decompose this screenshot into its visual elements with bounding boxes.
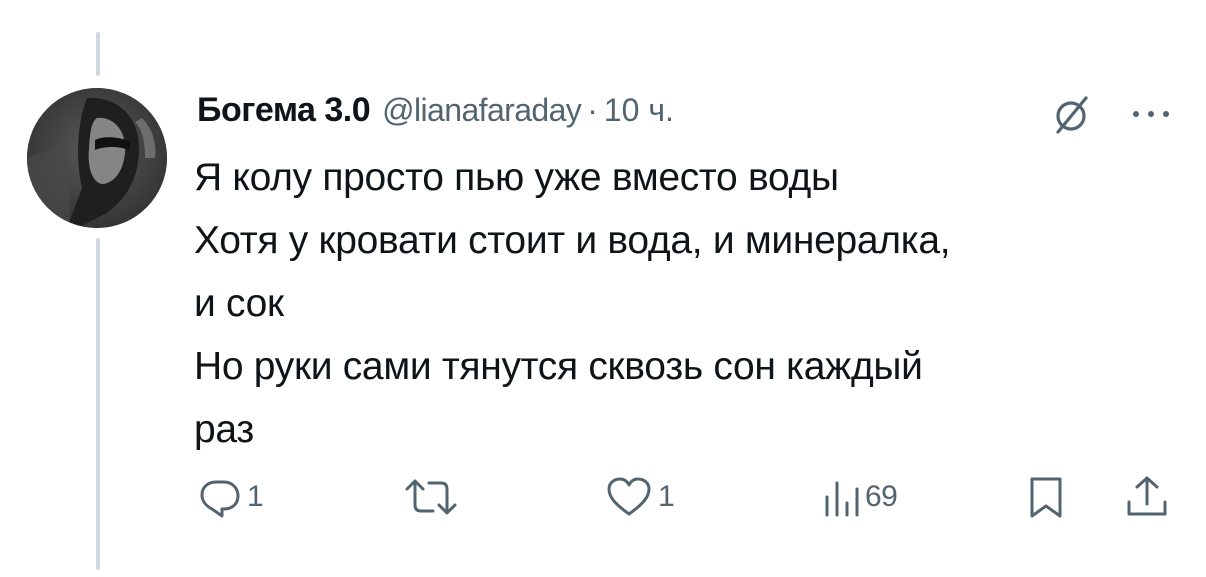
retweet-icon [405, 479, 457, 515]
bookmark-icon [1030, 477, 1062, 518]
bookmark-button[interactable] [1026, 472, 1066, 522]
more-icon[interactable] [1128, 104, 1174, 124]
reply-button[interactable]: 1 [198, 472, 264, 522]
like-count: 1 [658, 480, 675, 513]
tweet-text-line: Я колу просто пью уже вместо воды [194, 156, 839, 199]
author-handle[interactable]: @lianafaraday [382, 92, 582, 129]
avatar-photo [27, 88, 167, 228]
thread-line-top [96, 32, 100, 76]
views-count: 69 [865, 480, 898, 513]
reply-count: 1 [247, 480, 264, 513]
author-display-name[interactable]: Богема 3.0 [197, 91, 371, 130]
header-separator: · [587, 91, 598, 128]
tweet-timestamp[interactable]: 10 ч. [604, 92, 674, 129]
tweet-text-line: Но руки сами тянутся сквозь сон каждый [194, 345, 923, 388]
grok-icon[interactable] [1048, 94, 1094, 136]
tweet-text: Я колу просто пью уже вместо воды Хотя у… [194, 146, 1179, 461]
tweet-text-line: раз [194, 408, 254, 451]
avatar[interactable] [27, 88, 167, 228]
share-icon [1127, 476, 1167, 516]
share-button[interactable] [1124, 472, 1170, 522]
retweet-button[interactable] [403, 472, 464, 522]
views-button[interactable]: 69 [820, 472, 898, 522]
tweet-header: Богема 3.0 @lianafaraday · 10 ч. [197, 82, 674, 138]
like-button[interactable]: 1 [605, 472, 675, 522]
reply-icon [200, 480, 240, 518]
views-icon [825, 481, 859, 517]
thread-line-bottom [96, 238, 100, 570]
like-icon [607, 477, 651, 516]
tweet-text-line: и сок [194, 282, 284, 325]
tweet-text-line: Хотя у кровати стоит и вода, и минералка… [194, 219, 951, 262]
